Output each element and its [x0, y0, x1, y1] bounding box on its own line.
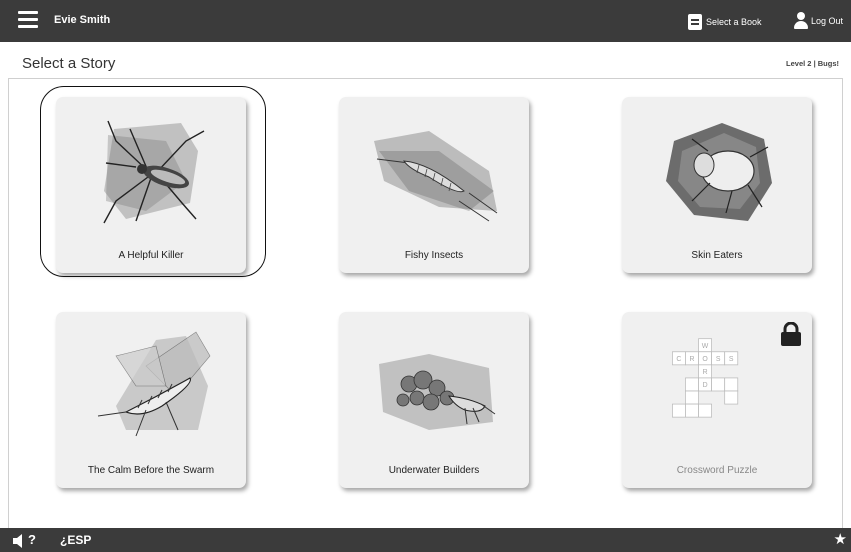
top-bar: Evie Smith Select a Book Log Out [0, 0, 851, 42]
sub-header [8, 42, 843, 79]
larva-illustration [374, 131, 498, 222]
story-card-crossword-puzzle[interactable]: W CRO SS RD Crossword Puzzle [622, 312, 812, 488]
logout-button[interactable]: Log Out [793, 11, 843, 31]
story-title: Crossword Puzzle [676, 465, 758, 476]
crossword-illustration: W CRO SS RD [672, 338, 739, 418]
select-book-label: Select a Book [706, 17, 762, 27]
story-title: A Helpful Killer [118, 250, 184, 261]
story-card-the-calm-before-the-swarm[interactable]: The Calm Before the Swarm [56, 312, 246, 488]
content-border-left [8, 78, 9, 528]
page-title: Select a Story [22, 55, 116, 72]
assassin-bug-illustration [103, 120, 205, 224]
svg-text:D: D [703, 382, 708, 389]
story-title: The Calm Before the Swarm [87, 465, 215, 476]
crossword-letter-w: W [702, 343, 709, 350]
story-title: Skin Eaters [691, 250, 743, 261]
lock-icon [781, 322, 801, 346]
svg-text:O: O [702, 356, 708, 363]
book-icon [688, 14, 702, 30]
svg-text:R: R [690, 356, 695, 363]
caddisfly-larva-illustration [379, 354, 496, 430]
mayfly-illustration [97, 331, 211, 437]
select-book-button[interactable]: Select a Book [688, 12, 762, 32]
story-title: Underwater Builders [388, 465, 480, 476]
user-icon [793, 12, 809, 30]
story-card-skin-eaters[interactable]: Skin Eaters [622, 97, 812, 273]
story-title: Fishy Insects [404, 250, 464, 261]
level-label: Level 2 | Bugs! [786, 59, 839, 68]
help-label: ? [28, 532, 36, 547]
spanish-language-button[interactable]: ¿ESP [60, 533, 91, 547]
content-border-right [842, 78, 843, 528]
menu-icon[interactable] [18, 11, 38, 29]
svg-text:R: R [703, 369, 708, 376]
story-card-underwater-builders[interactable]: Underwater Builders [339, 312, 529, 488]
user-name: Evie Smith [54, 14, 111, 26]
svg-text:S: S [729, 356, 734, 363]
story-card-fishy-insects[interactable]: Fishy Insects [339, 97, 529, 273]
star-icon[interactable]: ★ [834, 530, 847, 548]
bottom-bar: ? ¿ESP ★ [0, 528, 851, 552]
svg-text:C: C [676, 356, 681, 363]
logout-label: Log Out [811, 16, 844, 26]
speaker-icon [13, 534, 22, 548]
beetle-illustration [666, 123, 772, 221]
story-card-a-helpful-killer[interactable]: A Helpful Killer [56, 97, 246, 273]
audio-help-button[interactable]: ? [12, 532, 42, 548]
svg-text:S: S [716, 356, 721, 363]
